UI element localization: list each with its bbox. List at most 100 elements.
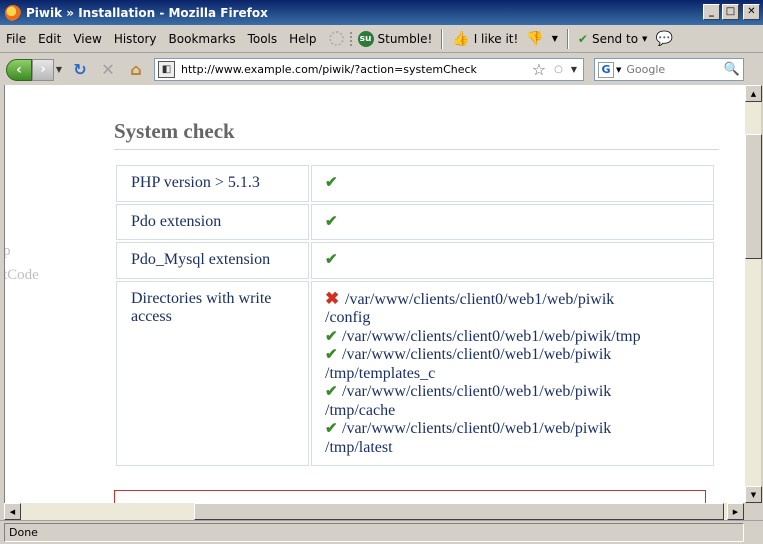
check-label: Directories with write access [116, 280, 309, 466]
like-dropdown[interactable]: ▼ [548, 34, 562, 43]
directory-path-continued: /tmp/templates_c [325, 364, 436, 382]
directory-path: /var/www/clients/client0/web1/web/piwik [342, 346, 612, 363]
directory-line: ✔/var/www/clients/client0/web1/web/piwik [325, 383, 700, 402]
table-row: Pdo_Mysql extension ✔ [116, 242, 714, 279]
send-check-icon: ✔ [577, 31, 588, 46]
search-input[interactable] [626, 63, 723, 76]
page-content: p tCode System check PHP version > 5.1.3… [4, 85, 744, 503]
search-bar[interactable]: G ▼ 🔍 [594, 58, 744, 81]
directory-path-continued: /config [325, 309, 371, 326]
table-row: PHP version > 5.1.3 ✔ [116, 165, 714, 202]
stumbleupon-icon: su [357, 30, 374, 47]
status-bar: Done [0, 520, 763, 544]
check-ok-icon: ✔ [325, 347, 338, 363]
directories-value: ✖ /var/www/clients/client0/web1/web/piwik… [311, 280, 714, 466]
ghost-text: tCode [4, 267, 39, 283]
menu-bookmarks[interactable]: Bookmarks [163, 32, 242, 46]
check-label: Pdo extension [116, 203, 309, 240]
google-engine-icon[interactable]: G [598, 61, 614, 78]
back-button[interactable]: ‹ [6, 58, 32, 81]
menu-history[interactable]: History [108, 32, 163, 46]
check-label: PHP version > 5.1.3 [116, 165, 309, 202]
error-cross-icon: ✖ [325, 288, 340, 308]
thumbs-down-icon: 👎 [526, 30, 544, 47]
window-controls: _ □ ✕ [703, 4, 760, 20]
url-bar[interactable]: ◧ http://www.example.com/piwik/?action=s… [154, 58, 584, 81]
check-ok-icon: ✔ [325, 328, 338, 345]
vertical-scroll-thumb[interactable] [745, 134, 762, 259]
menu-help[interactable]: Help [283, 32, 322, 46]
send-to-label: Send to [591, 31, 639, 46]
speech-bubble-icon: 💬 [655, 30, 673, 47]
ghost-text: p [5, 243, 11, 260]
navigation-bar: ‹ › ▼ ↻ ✕ ⌂ ◧ http://www.example.com/piw… [0, 54, 763, 85]
menu-bar: File Edit View History Bookmarks Tools H… [0, 25, 763, 53]
stumble-button[interactable]: su Stumble! [354, 30, 437, 47]
search-icon[interactable]: 🔍 [723, 61, 741, 79]
check-ok-icon: ✔ [325, 384, 338, 400]
home-icon[interactable]: ⌂ [124, 59, 148, 81]
directory-line: ✔/var/www/clients/client0/web1/web/piwik… [325, 328, 700, 347]
status-text: Done [4, 523, 744, 542]
divider [114, 149, 719, 150]
horizontal-scrollbar[interactable]: ◀ ▶ [4, 503, 744, 520]
menu-view[interactable]: View [67, 32, 107, 46]
comment-button[interactable]: 💬 [651, 31, 676, 47]
menu-file[interactable]: File [0, 32, 32, 46]
directory-path-continued: /tmp/latest [325, 438, 393, 456]
reload-icon[interactable]: ↻ [68, 59, 92, 81]
directory-line: ✔/var/www/clients/client0/web1/web/piwik [325, 346, 700, 365]
scroll-right-button[interactable]: ▶ [727, 503, 744, 520]
directory-line: ✖ /var/www/clients/client0/web1/web/piwik [325, 288, 700, 310]
minimize-button[interactable]: _ [703, 4, 720, 20]
thumbs-up-icon: 👍 [452, 30, 470, 47]
check-value: ✔ [311, 203, 714, 240]
forward-button[interactable]: › [32, 58, 54, 81]
check-label: Pdo_Mysql extension [116, 242, 309, 279]
engine-dropdown-icon[interactable]: ▼ [616, 66, 621, 74]
check-ok-icon: ✔ [325, 252, 338, 268]
check-ok-icon: ✔ [325, 175, 338, 191]
maximize-button[interactable]: □ [722, 4, 739, 20]
check-value: ✔ [311, 165, 714, 202]
check-ok-icon: ✔ [325, 421, 338, 437]
directory-path-continued: /tmp/cache [325, 401, 396, 419]
scroll-down-button[interactable]: ▼ [745, 486, 762, 503]
loading-throbber-icon [328, 31, 344, 46]
horizontal-scroll-thumb[interactable] [194, 503, 724, 520]
check-ok-icon: ✔ [325, 213, 338, 230]
vertical-scrollbar[interactable]: ▲ ▼ [744, 85, 762, 503]
menu-tools[interactable]: Tools [242, 32, 284, 46]
scrollbar-corner [744, 503, 761, 520]
dislike-button[interactable]: 👎 [522, 31, 547, 47]
window-title: Piwik » Installation - Mozilla Firefox [26, 5, 268, 20]
table-row: Directories with write access ✖ /var/www/… [116, 280, 714, 466]
directory-line: ✔/var/www/clients/client0/web1/web/piwik [325, 420, 700, 439]
bookmark-star-icon[interactable]: ☆ [532, 60, 546, 79]
send-to-button[interactable]: ✔ Send to ▼ [574, 32, 652, 46]
toolbar-separator [441, 28, 444, 49]
close-button[interactable]: ✕ [743, 4, 760, 20]
stumble-label: Stumble! [377, 31, 433, 46]
chevron-down-icon: ▼ [642, 34, 648, 43]
menu-edit[interactable]: Edit [32, 32, 67, 46]
like-label: I like it! [473, 31, 519, 46]
scroll-left-button[interactable]: ◀ [4, 503, 21, 520]
site-identity-icon[interactable]: ◧ [158, 61, 175, 78]
toolbar-separator [566, 28, 569, 49]
check-value: ✔ [311, 242, 714, 279]
table-row: Pdo extension ✔ [116, 203, 714, 240]
directory-path: /var/www/clients/client0/web1/web/piwik [342, 383, 612, 400]
stop-icon[interactable]: ✕ [96, 59, 120, 81]
directory-path: /var/www/clients/client0/web1/web/piwik [342, 420, 612, 437]
page-title: System check [114, 119, 235, 143]
like-button[interactable]: 👍 I like it! [448, 31, 522, 47]
system-check-table: PHP version > 5.1.3 ✔ Pdo extension ✔ Pd… [114, 163, 716, 468]
scroll-up-button[interactable]: ▲ [745, 85, 762, 102]
directory-path: /var/www/clients/client0/web1/web/piwik [345, 290, 615, 308]
history-dropdown[interactable]: ▼ [54, 59, 64, 81]
feed-indicator-icon: ○ [554, 64, 563, 75]
url-dropdown[interactable]: ▼ [571, 65, 577, 74]
directory-path: /var/www/clients/client0/web1/web/piwik/… [342, 327, 641, 345]
url-field[interactable]: http://www.example.com/piwik/?action=sys… [181, 63, 532, 76]
